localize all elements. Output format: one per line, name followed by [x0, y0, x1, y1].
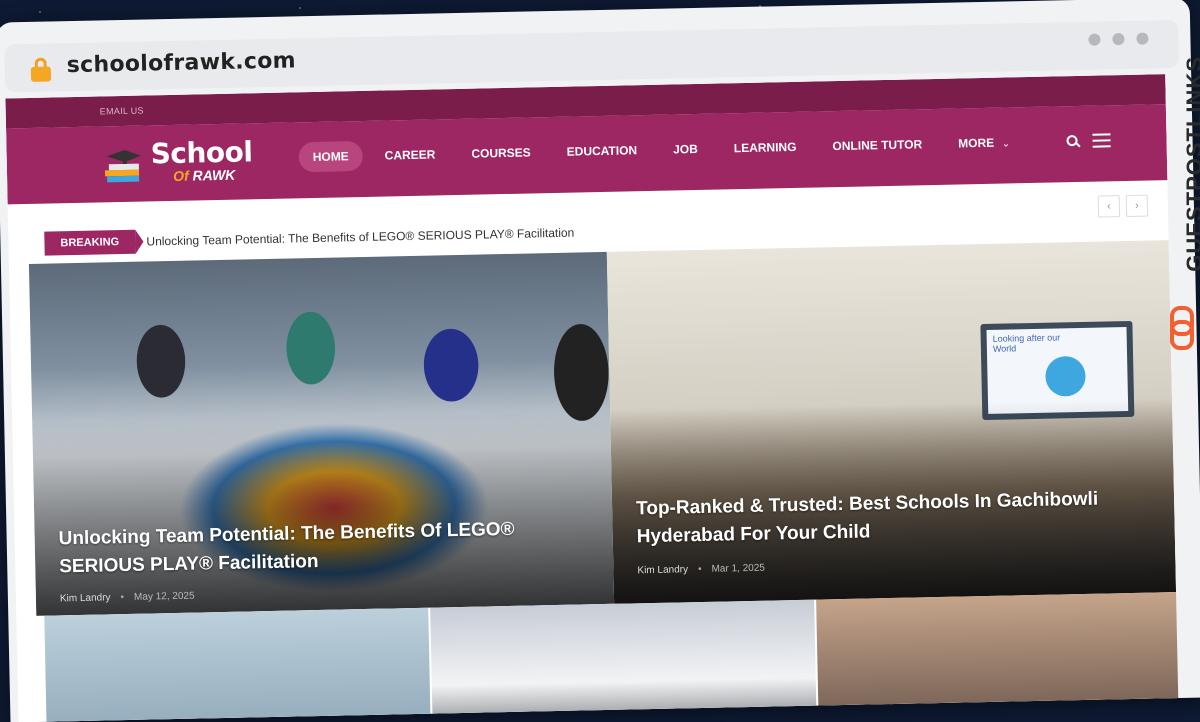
post-thumbnail[interactable] — [816, 591, 1179, 722]
whiteboard-text: Looking after our World — [992, 332, 1061, 354]
post-date: Mar 1, 2025 — [711, 562, 766, 575]
post-title[interactable]: Unlocking Team Potential: The Benefits O… — [58, 514, 593, 580]
nav-actions — [1066, 133, 1111, 148]
post-thumbnail[interactable] — [44, 607, 431, 722]
logo-text-rawk: Of RAWK — [172, 166, 236, 184]
nav-item-job[interactable]: JOB — [659, 134, 712, 165]
featured-post-schools[interactable]: Looking after our World Top-Ranked & Tru… — [606, 240, 1177, 604]
website: EMAIL US School Of RAWK HOME CAREER COUR… — [5, 74, 1179, 722]
site-logo[interactable]: School Of RAWK — [102, 135, 253, 186]
breaking-label: BREAKING — [44, 229, 136, 256]
globe-icon — [1045, 355, 1086, 397]
window-dot-icon[interactable] — [1088, 33, 1101, 46]
hamburger-menu-icon[interactable] — [1092, 133, 1111, 148]
guestpostlinks-watermark: GUESTPOSTLINKS — [1160, 56, 1200, 356]
next-arrow-icon[interactable]: › — [1125, 194, 1149, 218]
post-author[interactable]: Kim Landry — [60, 592, 111, 604]
post-author[interactable]: Kim Landry — [637, 564, 688, 576]
post-thumbnail[interactable] — [430, 599, 817, 722]
email-us-link[interactable]: EMAIL US — [100, 106, 144, 117]
breaking-headline[interactable]: Unlocking Team Potential: The Benefits o… — [146, 226, 574, 249]
browser-window: schoolofrawk.com EMAIL US School Of RAWK — [0, 0, 1200, 722]
nav-item-career[interactable]: CAREER — [370, 139, 449, 171]
nav-item-online-tutor[interactable]: ONLINE TUTOR — [818, 129, 936, 161]
nav-item-learning[interactable]: LEARNING — [719, 132, 810, 164]
nav-item-courses[interactable]: COURSES — [457, 137, 545, 169]
logo-text-school: School — [150, 135, 253, 171]
nav-menu: HOME CAREER COURSES EDUCATION JOB LEARNI… — [298, 127, 1032, 173]
featured-post-lego[interactable]: Unlocking Team Potential: The Benefits O… — [28, 251, 615, 616]
chevron-down-icon: ⌄ — [1002, 138, 1010, 149]
nav-item-education[interactable]: EDUCATION — [552, 135, 651, 167]
window-dot-icon[interactable] — [1136, 32, 1149, 45]
window-controls — [1088, 32, 1149, 46]
lock-icon — [30, 57, 52, 82]
nav-item-more[interactable]: MORE ⌄ — [944, 127, 1024, 159]
search-icon[interactable] — [1066, 135, 1078, 147]
breaking-nav: ‹ › — [1097, 194, 1149, 218]
post-title[interactable]: Top-Ranked & Trusted: Best Schools In Ga… — [636, 484, 1155, 550]
watermark-text: GUESTPOSTLINKS — [1182, 56, 1200, 272]
link-icon — [1170, 306, 1194, 350]
post-date: May 12, 2025 — [133, 590, 195, 603]
nav-item-home[interactable]: HOME — [298, 140, 364, 173]
books-logo-icon — [104, 149, 141, 183]
url-text[interactable]: schoolofrawk.com — [67, 48, 297, 78]
prev-arrow-icon[interactable]: ‹ — [1097, 195, 1121, 218]
window-dot-icon[interactable] — [1112, 33, 1125, 46]
